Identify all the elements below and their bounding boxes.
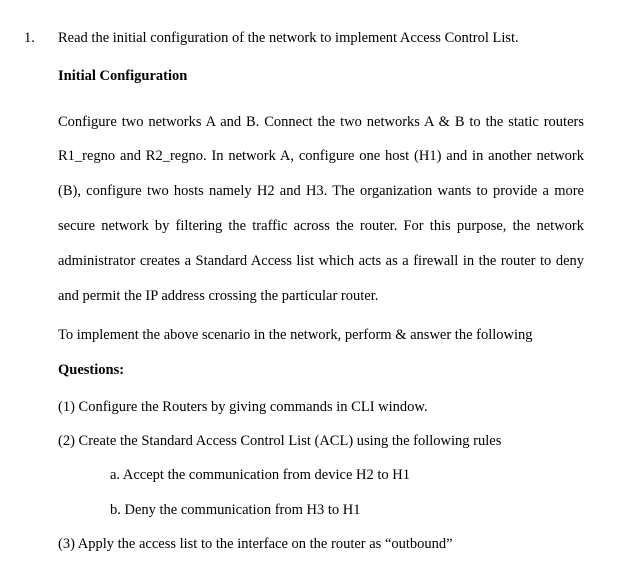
body-paragraph-1: Configure two networks A and B. Connect … bbox=[58, 105, 584, 314]
document-root: 1. Read the initial configuration of the… bbox=[42, 28, 584, 554]
question-3: (3) Apply the access list to the interfa… bbox=[58, 534, 584, 554]
body-paragraph-2: To implement the above scenario in the n… bbox=[58, 321, 584, 350]
question-1: (1) Configure the Routers by giving comm… bbox=[58, 397, 584, 417]
intro-text: Read the initial configuration of the ne… bbox=[58, 28, 584, 48]
question-2: (2) Create the Standard Access Control L… bbox=[58, 431, 584, 451]
question-2a: a. Accept the communication from device … bbox=[110, 465, 584, 485]
question-2-subitems: a. Accept the communication from device … bbox=[110, 465, 584, 520]
heading-questions: Questions: bbox=[58, 360, 584, 380]
heading-initial-configuration: Initial Configuration bbox=[58, 66, 584, 86]
list-number: 1. bbox=[24, 28, 35, 48]
question-2b: b. Deny the communication from H3 to H1 bbox=[110, 500, 584, 520]
content-block: Read the initial configuration of the ne… bbox=[58, 28, 584, 554]
